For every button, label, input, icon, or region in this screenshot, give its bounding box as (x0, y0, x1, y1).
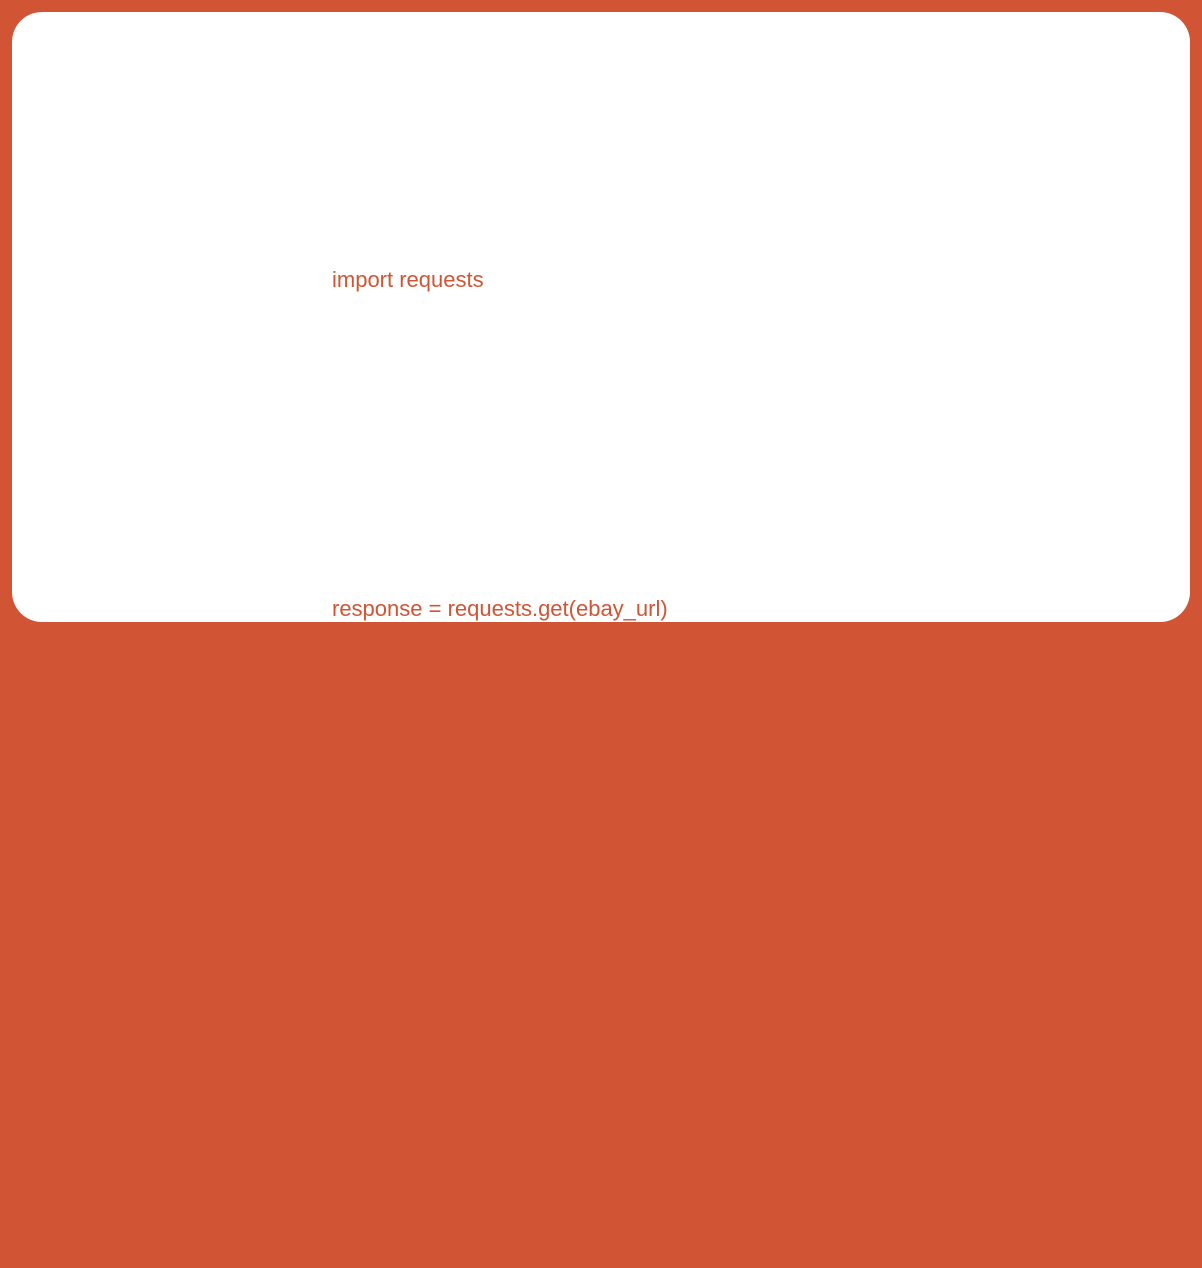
code-line-else: else: (332, 1076, 1130, 1131)
code-block: import requests response = requests.get(… (332, 142, 1130, 1268)
code-card: import requests response = requests.get(… (12, 12, 1190, 622)
code-line-assign: ebay_html = response.text (332, 911, 1130, 966)
blank-line (332, 417, 1130, 471)
code-line-if: if response.status_code == 200: (332, 746, 1130, 801)
code-line-import: import requests (332, 252, 1130, 307)
code-line-response: response = requests.get(ebay_url) (332, 581, 1130, 636)
code-line-print: print("Failed to fetch eBay page") (332, 1241, 1130, 1268)
